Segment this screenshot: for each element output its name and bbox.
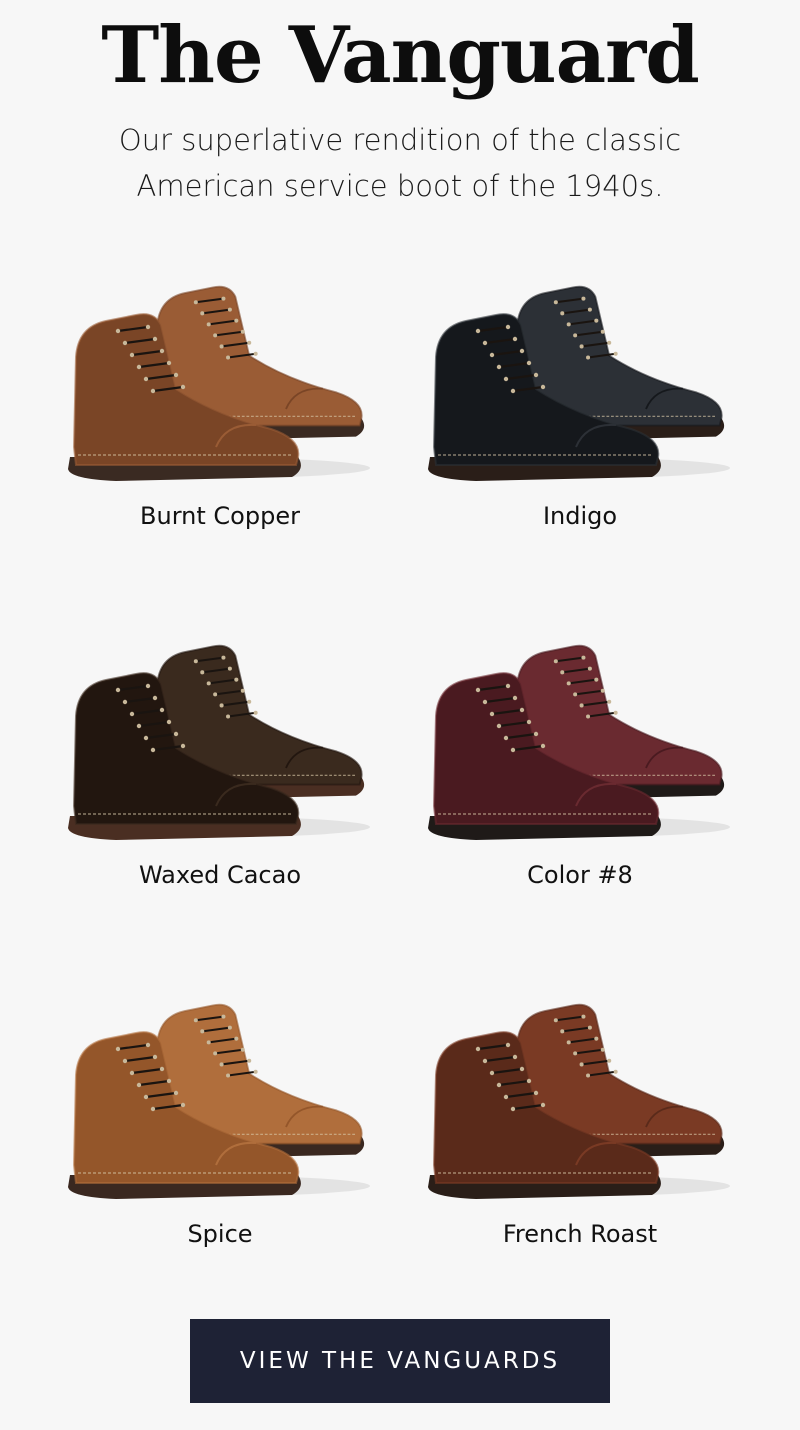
page-title: The Vanguard: [101, 10, 700, 101]
view-vanguards-button[interactable]: VIEW THE VANGUARDS: [190, 1319, 610, 1403]
product-card[interactable]: Waxed Cacao: [40, 614, 400, 973]
product-card[interactable]: Color #8: [400, 614, 760, 973]
product-card[interactable]: Burnt Copper: [40, 255, 400, 614]
boot-image[interactable]: [420, 622, 740, 852]
product-name[interactable]: Burnt Copper: [40, 501, 400, 531]
boot-image[interactable]: [60, 981, 380, 1211]
product-name[interactable]: Waxed Cacao: [40, 860, 400, 890]
product-grid: Burnt Copper Indigo Waxed Cacao Color #8…: [40, 255, 760, 1332]
product-name[interactable]: Spice: [40, 1219, 400, 1249]
boot-image[interactable]: [420, 981, 740, 1211]
boot-image[interactable]: [60, 263, 380, 493]
product-card[interactable]: Spice: [40, 973, 400, 1332]
product-name[interactable]: French Roast: [400, 1219, 760, 1249]
product-card[interactable]: French Roast: [400, 973, 760, 1332]
product-name[interactable]: Color #8: [400, 860, 760, 890]
boot-image[interactable]: [60, 622, 380, 852]
page-subtitle: Our superlative rendition of the classic…: [118, 123, 682, 203]
product-name[interactable]: Indigo: [400, 501, 760, 531]
boot-image[interactable]: [420, 263, 740, 493]
product-card[interactable]: Indigo: [400, 255, 760, 614]
